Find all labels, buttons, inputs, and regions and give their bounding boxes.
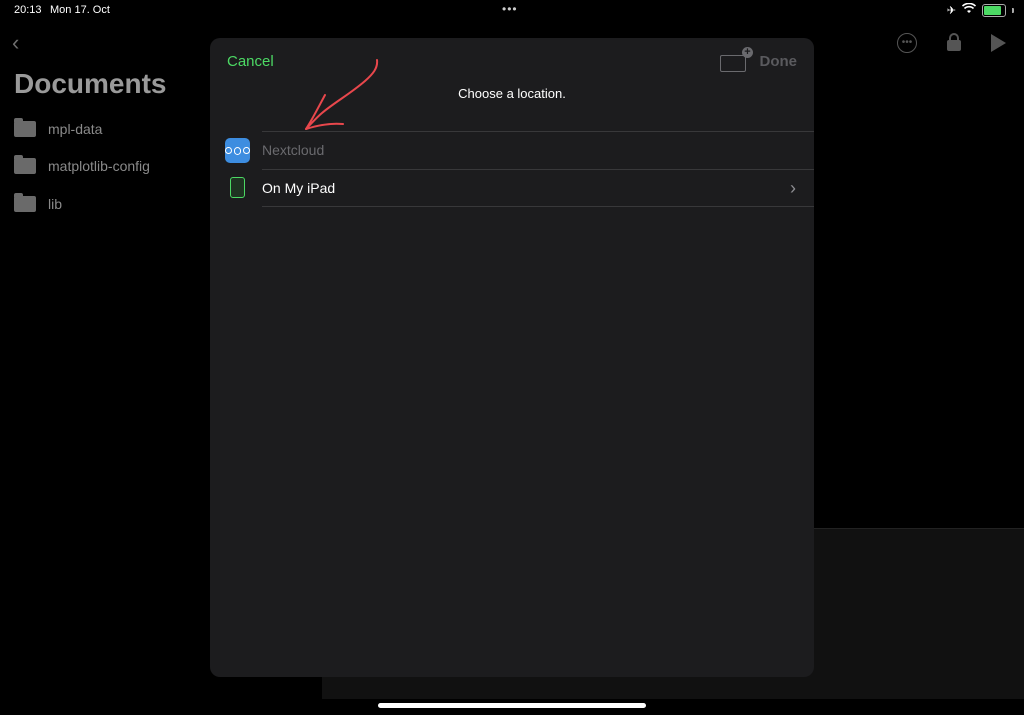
file-label: lib — [48, 195, 63, 212]
location-picker-sheet: Cancel Done Choose a location. Nextcloud… — [210, 38, 814, 677]
folder-icon — [14, 117, 36, 137]
folder-icon — [14, 155, 36, 175]
location-label: On My iPad — [262, 180, 336, 196]
file-list: mpl-data matplotlib-config lib — [14, 110, 150, 223]
play-icon[interactable] — [991, 34, 1006, 52]
wifi-icon — [961, 2, 977, 17]
battery-icon — [982, 3, 1006, 17]
location-list: Nextcloud On My iPad › — [210, 131, 814, 207]
battery-cap — [1012, 7, 1014, 13]
status-bar: 20:13 Mon 17. Oct ••• ✈ — [0, 0, 1024, 22]
chevron-right-icon: › — [790, 178, 796, 198]
divider — [262, 131, 814, 132]
airplane-icon: ✈ — [946, 4, 956, 17]
status-date: Mon 17. Oct — [50, 4, 110, 16]
lock-icon[interactable] — [947, 33, 961, 51]
battery-fill — [984, 5, 1001, 15]
page-title: Documents — [14, 68, 167, 99]
more-icon[interactable]: ••• — [897, 33, 917, 53]
file-label: mpl-data — [48, 120, 103, 137]
new-folder-icon[interactable] — [720, 47, 753, 72]
list-item[interactable]: mpl-data — [14, 110, 150, 148]
status-time: 20:13 — [14, 4, 42, 16]
divider — [262, 206, 814, 207]
divider — [262, 169, 814, 170]
multitasking-dots-icon[interactable]: ••• — [502, 2, 518, 16]
folder-icon — [14, 192, 36, 212]
lock-body — [947, 40, 961, 51]
sheet-subtitle: Choose a location. — [458, 86, 566, 101]
nextcloud-dot — [233, 146, 242, 155]
ipad-icon — [230, 177, 245, 198]
list-item[interactable]: lib — [14, 185, 150, 223]
status-indicators: ✈ — [946, 2, 1014, 17]
back-chevron-icon[interactable]: ‹ — [12, 30, 19, 56]
list-item[interactable]: matplotlib-config — [14, 148, 150, 186]
home-indicator[interactable] — [378, 703, 646, 708]
cancel-button[interactable]: Cancel — [227, 53, 274, 70]
location-label: Nextcloud — [262, 142, 325, 158]
done-button[interactable]: Done — [760, 53, 798, 70]
location-row-on-my-ipad[interactable]: On My iPad › — [210, 169, 814, 207]
nextcloud-dot — [243, 147, 250, 154]
nextcloud-icon — [225, 138, 250, 163]
location-row-nextcloud[interactable]: Nextcloud — [210, 131, 814, 169]
nextcloud-dot — [225, 147, 232, 154]
file-label: matplotlib-config — [48, 158, 150, 175]
